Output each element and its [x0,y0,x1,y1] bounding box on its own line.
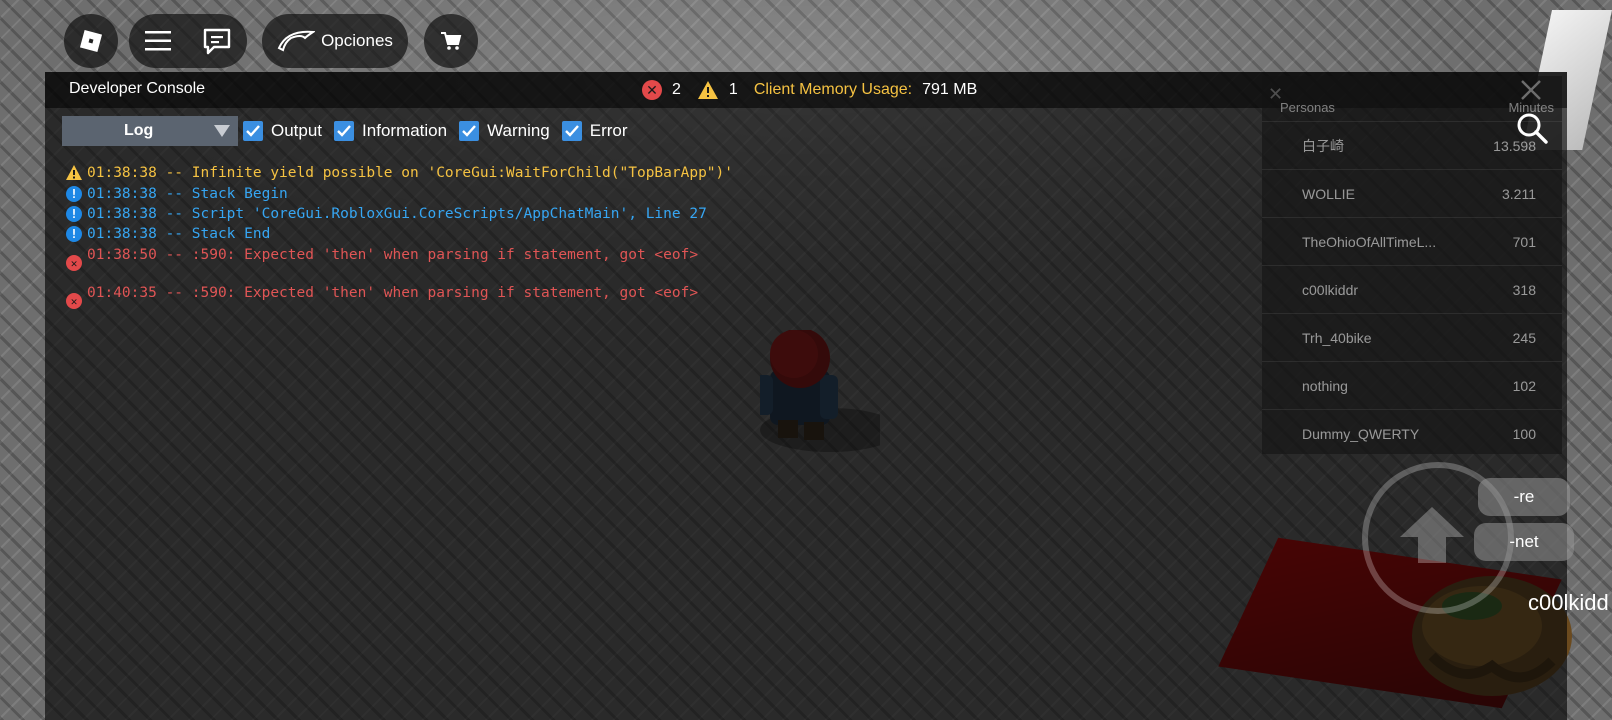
log-text: 01:38:38 -- Stack Begin [87,186,288,202]
log-line: 01:38:38 -- Infinite yield possible on '… [65,164,733,182]
player-minutes: 701 [1512,234,1536,250]
leaderboard-row[interactable]: Trh_40bike 245 [1262,313,1562,362]
log-text: 01:38:38 -- Script 'CoreGui.RobloxGui.Co… [87,206,707,222]
warning-count: 1 [728,81,738,98]
options-button[interactable]: Opciones [262,14,408,68]
wing-icon [277,30,316,52]
filter-information[interactable]: Information [334,121,447,141]
player-minutes: 102 [1512,378,1536,394]
player-leaderboard: ✕ Personas Minutes 白子崎 13.598 WOLLIE 3.2… [1262,76,1562,454]
checkbox-checked-icon[interactable] [243,121,263,141]
log-line: ✕ 01:40:35 -- :590: Expected 'then' when… [65,284,699,309]
emote-re-button[interactable]: -re [1478,478,1570,516]
filter-label: Output [271,121,323,140]
leaderboard-players-header: Personas [1280,100,1335,115]
info-icon: ! [66,186,82,202]
log-text: 01:38:50 -- :590: Expected 'then' when p… [87,247,699,263]
checkbox-checked-icon[interactable] [561,121,582,141]
checkbox-checked-icon[interactable] [334,121,355,141]
filter-label: Error [589,121,628,140]
log-text: 01:40:35 -- :590: Expected 'then' when p… [87,285,699,301]
error-icon: ✕ [66,255,82,271]
roblox-logo-icon [79,29,103,53]
memory-label: Client Memory Usage: [753,81,913,98]
warning-icon [66,165,82,180]
filter-output[interactable]: Output [243,121,322,141]
checkbox-checked-icon[interactable] [459,121,480,141]
log-dropdown-label: Log [124,122,154,139]
player-minutes: 318 [1512,282,1536,298]
filter-label: Warning [487,121,550,140]
log-filters: Output Information Warning Error [243,118,640,144]
filter-warning[interactable]: Warning [459,121,550,141]
player-minutes: 13.598 [1493,138,1536,154]
options-label: Opciones [321,31,393,50]
player-name: c00lkiddr [1302,282,1359,298]
log-text: 01:38:38 -- Infinite yield possible on '… [87,165,734,181]
game-viewport[interactable]: Opciones Developer Console ✕ 2 1 Client … [0,0,1612,720]
warning-count-icon [697,81,718,99]
log-line: ! 01:38:38 -- Script 'CoreGui.RobloxGui.… [65,205,707,223]
leaderboard-row[interactable]: Dummy_QWERTY 100 [1262,409,1562,454]
chevron-down-icon [214,125,230,137]
chat-icon[interactable] [202,27,232,55]
player-minutes: 100 [1512,426,1536,442]
leaderboard-row[interactable]: WOLLIE 3.211 [1262,169,1562,218]
leaderboard-row[interactable]: TheOhioOfAllTimeL... 701 [1262,217,1562,266]
player-name: WOLLIE [1302,186,1355,202]
player-name: Dummy_QWERTY [1302,426,1420,442]
filter-error[interactable]: Error [561,121,628,141]
hamburger-menu-icon[interactable] [144,30,171,52]
error-icon: ✕ [66,293,82,309]
console-stats: ✕ 2 1 Client Memory Usage: 791 MB [642,78,977,102]
player-minutes: 245 [1512,330,1536,346]
leaderboard-row[interactable]: c00lkiddr 318 [1262,265,1562,314]
log-text: 01:38:38 -- Stack End [87,226,271,242]
shop-button[interactable] [424,14,478,68]
log-line: ! 01:38:38 -- Stack End [65,225,270,243]
info-icon: ! [66,226,82,242]
console-title: Developer Console [69,80,206,97]
player-minutes: 3.211 [1502,186,1536,202]
player-name: Trh_40bike [1302,330,1372,346]
cart-icon [441,32,462,50]
filter-label: Information [362,121,448,140]
roblox-menu-button[interactable] [64,14,118,68]
error-count-icon: ✕ [642,80,662,100]
info-icon: ! [66,206,82,222]
player-name: TheOhioOfAllTimeL... [1302,234,1437,250]
leaderboard-row[interactable]: 白子崎 13.598 [1262,121,1562,170]
player-name: 白子崎 [1302,138,1344,154]
emote-net-button[interactable]: -net [1474,523,1574,561]
log-line: ✕ 01:38:50 -- :590: Expected 'then' when… [65,246,699,271]
error-count: 2 [672,81,681,98]
player-name-tag: c00lkidd [1528,590,1609,615]
log-dropdown[interactable]: Log [62,116,238,146]
player-name: nothing [1302,378,1348,394]
menu-chat-group [129,14,247,68]
memory-value: 791 MB [922,81,978,98]
jump-arrow-icon[interactable] [1398,505,1466,565]
leaderboard-row[interactable]: nothing 102 [1262,361,1562,410]
log-line: ! 01:38:38 -- Stack Begin [65,185,288,203]
